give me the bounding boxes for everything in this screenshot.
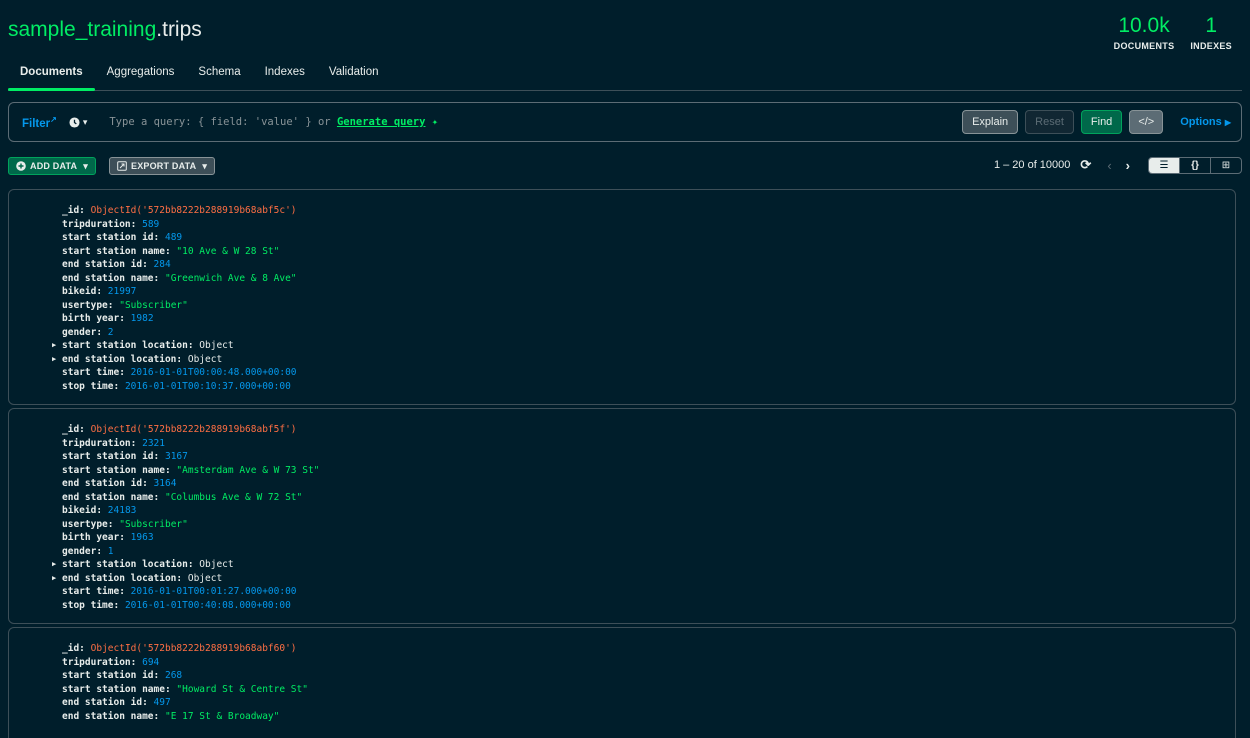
field-start-station-location[interactable]: ▶ start station location: Object: [52, 339, 297, 353]
collection-stats: 10.0k DOCUMENTS 1 INDEXES: [1114, 14, 1232, 51]
field-end-station-id: end station id: 284: [62, 259, 171, 270]
find-button[interactable]: Find: [1080, 110, 1123, 134]
curly-braces-icon: {}: [1191, 159, 1199, 171]
tab-documents[interactable]: Documents: [8, 58, 95, 91]
field-birth-year: birth year: 1982: [62, 313, 154, 324]
field-start-time: start time: 2016-01-01T00:01:27.000+00:0…: [62, 586, 297, 597]
indexes-stat: 1 INDEXES: [1190, 14, 1232, 51]
caret-right-icon: ▶: [1224, 118, 1231, 127]
field-bikeid: bikeid: 21997: [62, 286, 137, 297]
expand-caret-icon[interactable]: ▶: [52, 558, 56, 572]
field-birth-year: birth year: 1963: [62, 532, 154, 543]
query-placeholder: Type a query: { field: 'value' } or: [109, 116, 331, 128]
field-usertype: usertype: "Subscriber": [62, 518, 188, 530]
add-data-button[interactable]: ADD DATA ▾: [8, 157, 96, 175]
plus-circle-icon: [16, 161, 26, 171]
document-card[interactable]: _id: ObjectId('572bb8222b288919b68abf60'…: [8, 627, 1236, 738]
field-tripduration: tripduration: 694: [62, 656, 160, 668]
collection-tabs: Documents Aggregations Schema Indexes Va…: [8, 58, 1242, 91]
field-start-station-location[interactable]: ▶ start station location: Object: [52, 558, 319, 572]
database-name: sample_training: [8, 18, 157, 41]
field-bikeid: bikeid: 24183: [62, 505, 137, 516]
expand-caret-icon[interactable]: ▶: [52, 353, 56, 367]
field-gender: gender: 2: [62, 326, 114, 338]
clock-icon: [69, 116, 80, 128]
indexes-label: INDEXES: [1190, 41, 1232, 51]
add-data-label: ADD DATA: [30, 161, 78, 171]
expand-caret-icon[interactable]: ▶: [52, 339, 56, 353]
field-start-time: start time: 2016-01-01T00:00:48.000+00:0…: [62, 367, 297, 378]
code-icon: </>: [1138, 116, 1155, 128]
collection-name: trips: [162, 18, 202, 41]
pagination: 1 – 20 of 10000 ⟳ ‹ › ☰ {} ⊞: [993, 156, 1242, 174]
chevron-right-icon[interactable]: ›: [1126, 158, 1130, 173]
export-data-button[interactable]: EXPORT DATA ▾: [109, 157, 216, 175]
field-end-station-id: end station id: 497: [62, 697, 171, 708]
tab-aggregations[interactable]: Aggregations: [95, 58, 187, 90]
expand-caret-icon[interactable]: ▶: [52, 572, 56, 586]
query-bar: Filter↗ ▾ Type a query: { field: 'value'…: [8, 102, 1242, 142]
chevron-down-icon: ▾: [83, 160, 88, 171]
field-tripduration: tripduration: 589: [62, 218, 160, 230]
documents-stat: 10.0k DOCUMENTS: [1114, 14, 1175, 51]
field-end-station-location[interactable]: ▶ end station location: Object: [52, 353, 297, 367]
field-usertype: usertype: "Subscriber": [62, 299, 188, 311]
external-link-icon: ↗: [50, 114, 57, 124]
tab-indexes[interactable]: Indexes: [253, 58, 317, 90]
list-view-button[interactable]: ☰: [1149, 157, 1179, 173]
field-gender: gender: 1: [62, 545, 114, 557]
reset-button[interactable]: Reset: [1025, 110, 1074, 134]
options-label: Options: [1180, 116, 1222, 128]
documents-count: 10.0k: [1118, 14, 1170, 37]
field-end-station-name: end station name: "E 17 St & Broadway": [62, 710, 280, 722]
json-view-button[interactable]: {}: [1179, 157, 1210, 173]
generate-query-link[interactable]: Generate query: [337, 116, 426, 128]
field-start-station-name: start station name: "10 Ave & W 28 St": [62, 245, 280, 257]
collection-header: sample_training.trips: [8, 18, 202, 42]
field-end-station-name: end station name: "Columbus Ave & W 72 S…: [62, 491, 303, 503]
field-end-station-name: end station name: "Greenwich Ave & 8 Ave…: [62, 272, 297, 284]
export-data-label: EXPORT DATA: [131, 161, 197, 171]
refresh-icon[interactable]: ⟳: [1080, 157, 1091, 173]
table-icon: ⊞: [1221, 159, 1231, 171]
view-toggle: ☰ {} ⊞: [1148, 156, 1242, 174]
export-icon: [117, 161, 127, 171]
document-card[interactable]: _id: ObjectId('572bb8222b288919b68abf5f'…: [8, 408, 1236, 624]
query-history-button[interactable]: ▾: [69, 116, 88, 128]
filter-link[interactable]: Filter↗: [22, 115, 57, 130]
options-button[interactable]: Options ▶: [1180, 116, 1231, 128]
chevron-down-icon: ▾: [82, 116, 88, 127]
table-view-button[interactable]: ⊞: [1210, 157, 1241, 173]
field-stop-time: stop time: 2016-01-01T00:10:37.000+00:00: [62, 380, 291, 392]
field-start-station-name: start station name: "Howard St & Centre …: [62, 683, 308, 695]
field-tripduration: tripduration: 2321: [62, 437, 165, 449]
field-stop-time: stop time: 2016-01-01T00:40:08.000+00:00: [62, 599, 291, 611]
chevron-left-icon[interactable]: ‹: [1107, 158, 1111, 173]
sparkle-icon: ✦: [431, 116, 439, 128]
indexes-count: 1: [1205, 14, 1218, 37]
field-start-station-id: start station id: 268: [62, 670, 183, 681]
documents-toolbar: ADD DATA ▾ EXPORT DATA ▾ 1 – 20 of 10000…: [8, 156, 1242, 175]
pagination-text: 1 – 20 of 10000: [993, 159, 1071, 171]
field-id: _id: ObjectId('572bb8222b288919b68abf5f'…: [62, 424, 297, 435]
documents-label: DOCUMENTS: [1113, 41, 1175, 51]
field-start-station-id: start station id: 489: [62, 232, 183, 243]
list-icon: ☰: [1159, 159, 1169, 171]
field-id: _id: ObjectId('572bb8222b288919b68abf60'…: [62, 643, 297, 654]
field-end-station-location[interactable]: ▶ end station location: Object: [52, 572, 319, 586]
code-button[interactable]: </>: [1129, 110, 1164, 134]
filter-label: Filter: [22, 117, 51, 130]
tab-schema[interactable]: Schema: [186, 58, 252, 90]
tab-validation[interactable]: Validation: [317, 58, 391, 90]
explain-button[interactable]: Explain: [962, 110, 1019, 134]
chevron-down-icon: ▾: [202, 160, 208, 171]
field-end-station-id: end station id: 3164: [62, 478, 177, 489]
query-input[interactable]: Type a query: { field: 'value' } or Gene…: [109, 116, 438, 128]
document-card[interactable]: _id: ObjectId('572bb8222b288919b68abf5c'…: [8, 189, 1236, 405]
field-start-station-name: start station name: "Amsterdam Ave & W 7…: [62, 464, 320, 476]
field-id: _id: ObjectId('572bb8222b288919b68abf5c'…: [62, 205, 297, 216]
field-start-station-id: start station id: 3167: [62, 451, 188, 462]
